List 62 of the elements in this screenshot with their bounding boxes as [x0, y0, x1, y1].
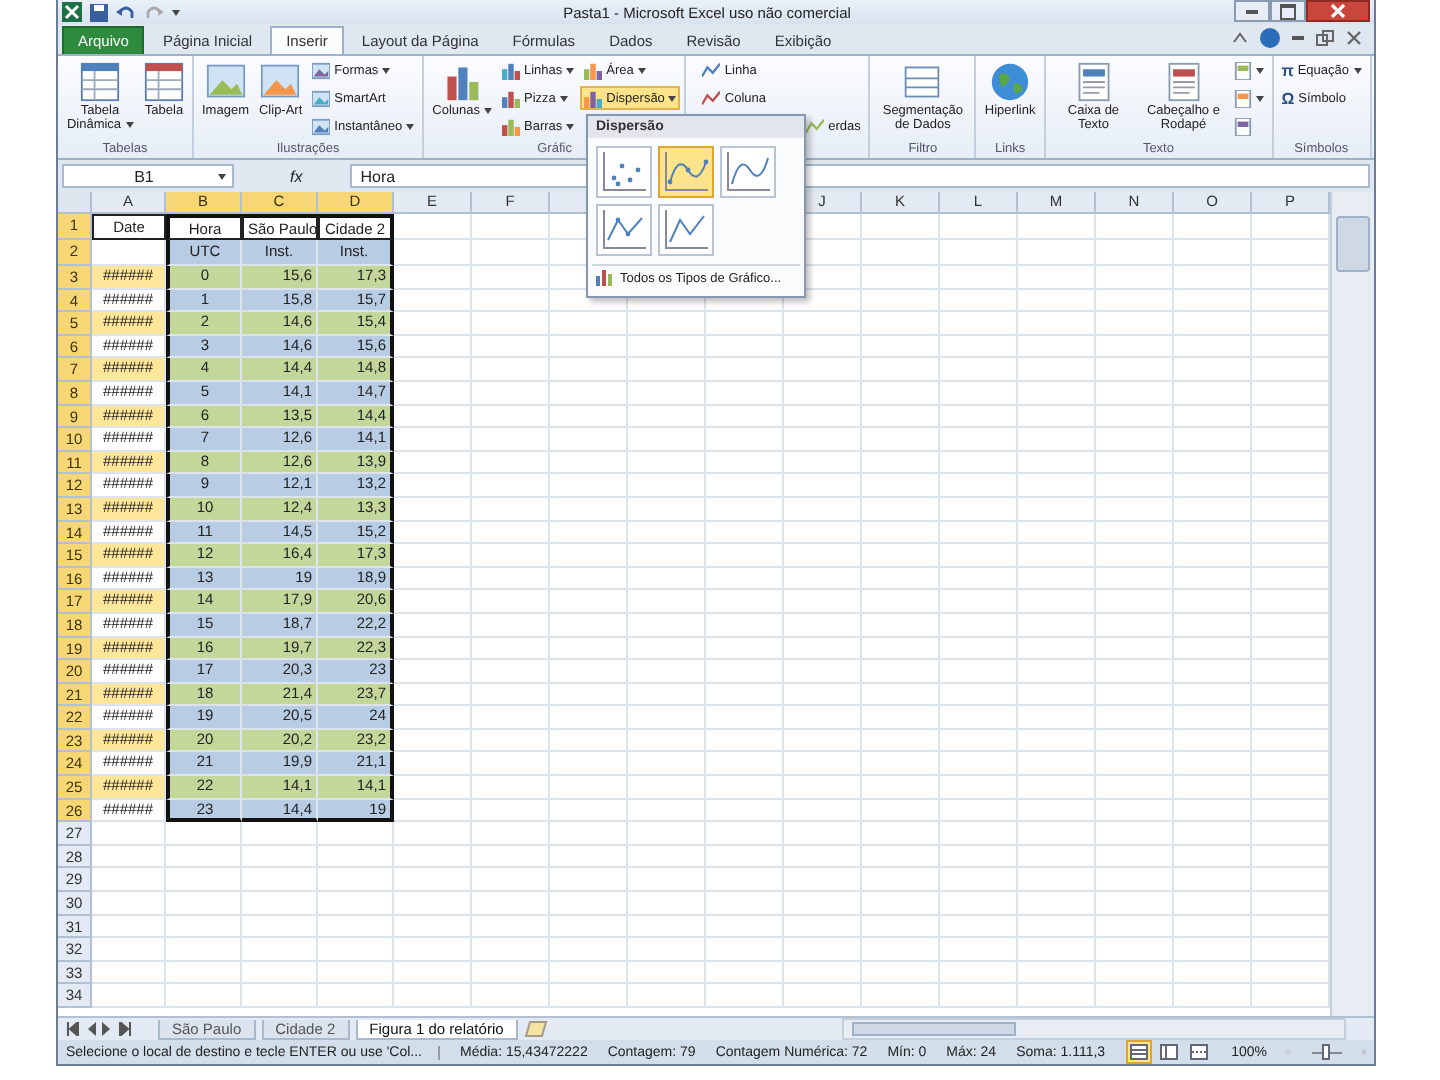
globe-icon — [990, 62, 1031, 102]
ribbon-button[interactable] — [1229, 86, 1268, 110]
view-icon — [1159, 1044, 1178, 1060]
restore-workbook-icon[interactable] — [1316, 30, 1334, 46]
normal-view-button[interactable] — [1125, 1040, 1152, 1064]
excel-logo-icon[interactable] — [62, 2, 82, 22]
image-icon — [205, 62, 246, 102]
save-icon[interactable] — [90, 3, 108, 21]
scatter-chart-option[interactable] — [658, 204, 714, 256]
image-icon — [312, 89, 331, 107]
scatter-chart-icon — [600, 150, 648, 194]
previous-sheet-icon[interactable] — [86, 1022, 96, 1036]
scatter-chart-option[interactable] — [596, 146, 652, 198]
scatter-chart-icon — [662, 208, 710, 252]
document-icon — [1073, 62, 1114, 102]
vertical-scrollbar[interactable] — [1330, 192, 1374, 1016]
page-layout-button[interactable] — [1155, 1040, 1182, 1064]
next-sheet-icon[interactable] — [102, 1022, 112, 1036]
sparkline-icon — [806, 117, 825, 135]
chart-icon — [442, 62, 483, 102]
page-break-button[interactable] — [1185, 1040, 1212, 1064]
customize-caret-icon[interactable] — [172, 9, 180, 15]
first-sheet-icon[interactable] — [66, 1022, 80, 1036]
undo-icon[interactable] — [116, 3, 136, 21]
view-icon — [1129, 1044, 1148, 1060]
scatter-chart-icon — [600, 208, 648, 252]
help-icon[interactable] — [1260, 28, 1280, 48]
last-sheet-icon[interactable] — [118, 1022, 132, 1036]
chart-icon — [502, 89, 520, 107]
close-button[interactable] — [1306, 0, 1370, 22]
scatter-chart-icon — [662, 150, 710, 194]
zoom-slider-thumb[interactable] — [1322, 1043, 1331, 1059]
image-icon — [260, 62, 301, 102]
view-icon — [1189, 1044, 1208, 1060]
panel-icon — [902, 62, 943, 102]
caret-icon — [218, 173, 226, 179]
chart-icon — [584, 89, 603, 107]
image-icon — [312, 61, 331, 79]
document-icon — [1233, 117, 1252, 135]
close-workbook-icon[interactable] — [1346, 30, 1362, 46]
minimize-button[interactable] — [1234, 0, 1270, 22]
image-icon — [312, 117, 331, 135]
chart-icon — [596, 270, 614, 286]
name-box[interactable]: B1 — [62, 164, 234, 188]
chart-icon — [502, 61, 520, 79]
table-icon — [144, 62, 184, 102]
document-icon — [1233, 89, 1252, 107]
scatter-chart-option[interactable] — [720, 146, 776, 198]
scatter-chart-option[interactable] — [658, 146, 714, 198]
scatter-chart-icon — [724, 150, 772, 194]
collapse-ribbon-icon[interactable] — [1232, 32, 1248, 44]
horizontal-scrollbar[interactable] — [842, 1018, 1346, 1040]
maximize-button[interactable] — [1270, 0, 1306, 22]
chart-icon — [584, 61, 603, 79]
insert-function-button[interactable]: fx — [242, 167, 343, 185]
table-icon — [80, 62, 120, 102]
scatter-chart-option[interactable] — [596, 204, 652, 256]
document-icon — [1233, 61, 1252, 79]
close-icon — [1330, 4, 1346, 18]
chart-icon — [502, 117, 520, 135]
document-icon — [1163, 62, 1204, 102]
ribbon-button[interactable] — [1229, 58, 1268, 82]
